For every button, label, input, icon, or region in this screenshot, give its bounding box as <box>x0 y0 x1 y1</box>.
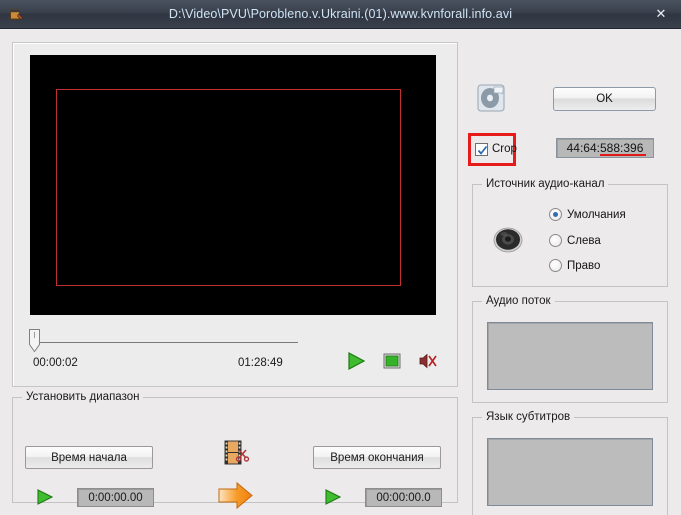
play-end-icon[interactable] <box>323 487 343 507</box>
timeline-slider-thumb[interactable] <box>29 329 40 353</box>
radio-button[interactable] <box>549 208 562 221</box>
total-time-label: 01:28:49 <box>238 357 283 369</box>
radio-option-right[interactable]: Право <box>549 259 600 272</box>
radio-option-default[interactable]: Умолчания <box>549 208 626 221</box>
range-group: Установить диапазон Время начала Время о… <box>12 391 458 510</box>
audio-stream-listbox[interactable] <box>487 322 653 390</box>
ok-button[interactable]: OK <box>553 87 656 111</box>
speaker-icon <box>491 225 525 255</box>
start-time-field[interactable]: 0:00:00.00 <box>77 488 154 507</box>
title-bar: D:\Video\PVU\Porobleno.v.Ukraini.(01).ww… <box>0 0 681 29</box>
audio-stream-group: Аудио поток <box>472 295 668 403</box>
radio-label: Слева <box>567 234 601 247</box>
window-title: D:\Video\PVU\Porobleno.v.Ukraini.(01).ww… <box>168 7 513 21</box>
close-icon[interactable]: ✕ <box>651 5 671 23</box>
radio-label: Умолчания <box>567 208 626 221</box>
audio-stream-group-title: Аудио поток <box>482 295 555 307</box>
crop-checkbox-label: Crop <box>492 143 517 155</box>
current-time-label: 00:00:02 <box>33 357 78 369</box>
radio-label: Право <box>567 259 601 272</box>
timeline-track[interactable] <box>33 342 298 343</box>
end-time-button[interactable]: Время окончания <box>313 446 441 469</box>
crop-checkbox[interactable]: Crop <box>475 141 517 157</box>
range-group-title: Установить диапазон <box>22 391 144 403</box>
play-icon[interactable] <box>345 350 367 372</box>
mute-icon[interactable] <box>417 350 439 372</box>
play-start-icon[interactable] <box>35 487 55 507</box>
crop-selection-rectangle[interactable] <box>56 89 401 286</box>
radio-option-left[interactable]: Слева <box>549 234 601 247</box>
subtitles-group: Язык субтитров <box>472 411 668 515</box>
audio-source-group: Источник аудио-канал Умолчания Слева Пра… <box>472 178 668 287</box>
video-display[interactable] <box>30 55 436 315</box>
dimensions-underline-annotation <box>600 154 646 156</box>
end-time-field[interactable]: 00:00:00.0 <box>365 488 442 507</box>
subtitles-listbox[interactable] <box>487 438 653 506</box>
radio-button[interactable] <box>549 234 562 247</box>
start-time-button[interactable]: Время начала <box>25 446 153 469</box>
window-client-area: 00:00:02 01:28:49 Установить диапазон Вр… <box>0 29 681 515</box>
radio-button[interactable] <box>549 259 562 272</box>
subtitles-group-title: Язык субтитров <box>482 411 575 423</box>
vidtomp3-window: D:\Video\PVU\Porobleno.v.Ukraini.(01).ww… <box>0 0 681 515</box>
dvd-disc-icon[interactable] <box>476 82 508 114</box>
checkbox-box[interactable] <box>475 142 488 156</box>
stop-icon[interactable] <box>381 350 403 372</box>
film-scissors-icon[interactable] <box>221 438 251 468</box>
video-preview-panel: 00:00:02 01:28:49 <box>12 42 458 387</box>
audio-source-group-title: Источник аудио-канал <box>482 178 609 190</box>
orange-arrow-icon[interactable] <box>217 481 255 511</box>
